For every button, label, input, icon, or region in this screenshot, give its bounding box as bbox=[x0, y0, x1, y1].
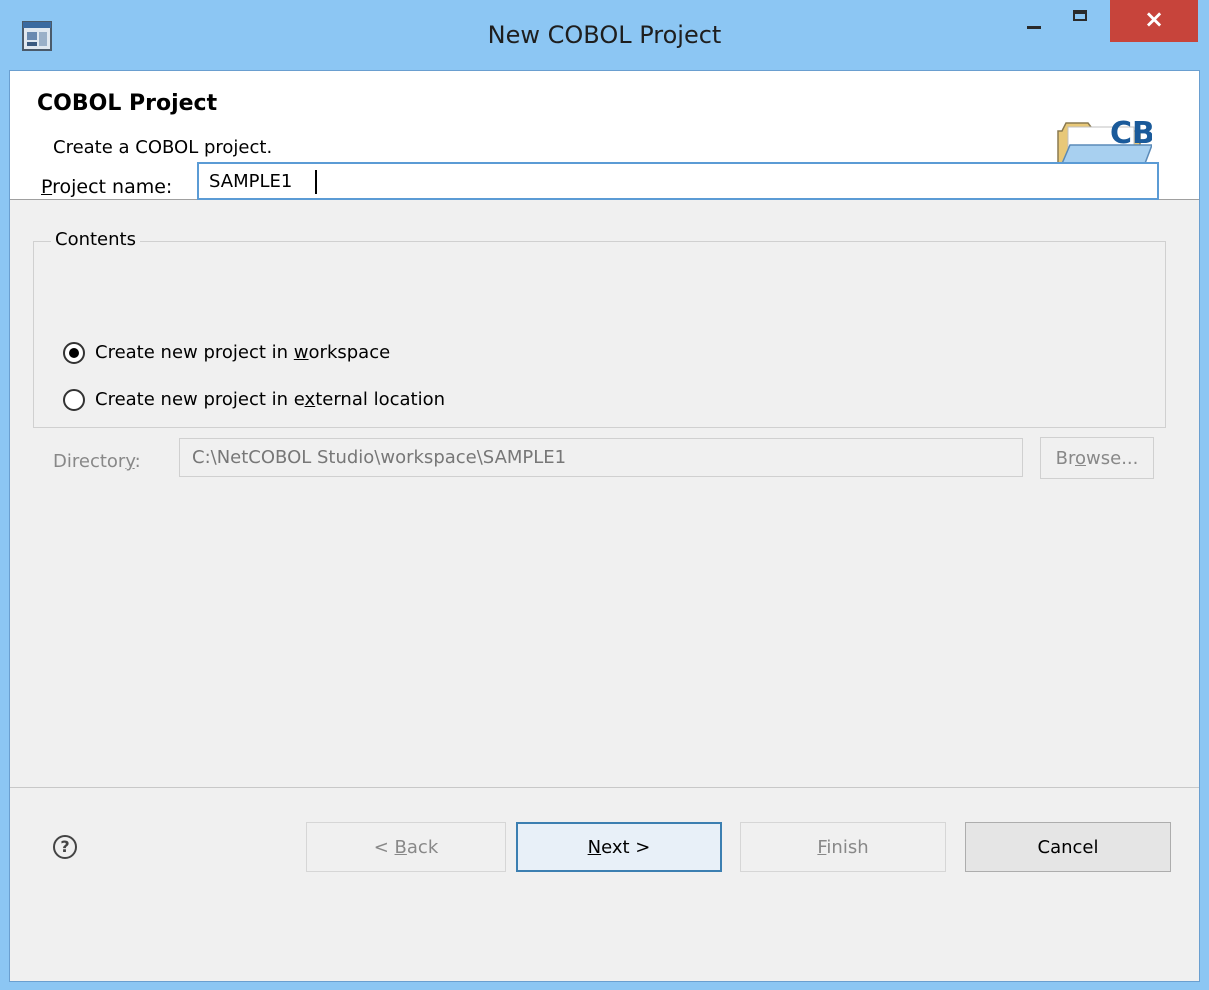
text-caret bbox=[315, 170, 317, 194]
page-description: Create a COBOL project. bbox=[53, 137, 273, 158]
dialog-window: New COBOL Project × COBOL Project Create… bbox=[0, 0, 1209, 990]
finish-button: Finish bbox=[740, 822, 946, 872]
minimize-button[interactable] bbox=[1012, 0, 1058, 42]
close-button[interactable]: × bbox=[1110, 0, 1198, 42]
radio-workspace-label[interactable]: Create new project in workspace bbox=[95, 342, 390, 363]
radio-external-location-label[interactable]: Create new project in external location bbox=[95, 389, 445, 410]
project-name-label: Project name: bbox=[41, 176, 173, 198]
browse-button: Browse... bbox=[1040, 437, 1154, 479]
footer-separator bbox=[10, 787, 1199, 788]
directory-label: Directory: bbox=[53, 451, 141, 472]
help-icon[interactable]: ? bbox=[53, 835, 77, 859]
minimize-icon bbox=[1027, 26, 1041, 29]
maximize-button[interactable] bbox=[1058, 0, 1104, 42]
title-bar[interactable]: New COBOL Project × bbox=[0, 0, 1209, 80]
folder-cb-text: CB bbox=[1110, 116, 1152, 151]
maximize-icon bbox=[1073, 10, 1087, 21]
back-button: < Back bbox=[306, 822, 506, 872]
contents-legend: Contents bbox=[51, 229, 140, 250]
project-name-input[interactable] bbox=[197, 162, 1159, 200]
radio-workspace[interactable] bbox=[63, 342, 85, 364]
directory-input bbox=[179, 438, 1023, 477]
next-button[interactable]: Next > bbox=[516, 822, 722, 872]
page-title: COBOL Project bbox=[37, 91, 218, 116]
cancel-button[interactable]: Cancel bbox=[965, 822, 1171, 872]
close-icon: × bbox=[1143, 5, 1165, 33]
radio-external-location[interactable] bbox=[63, 389, 85, 411]
